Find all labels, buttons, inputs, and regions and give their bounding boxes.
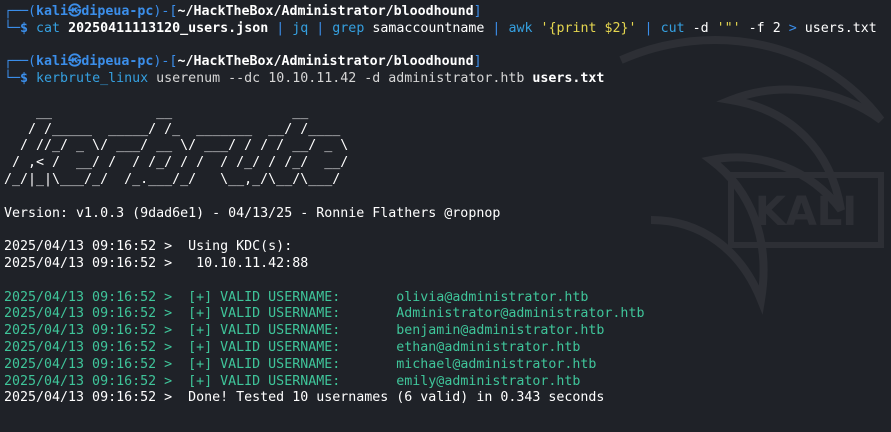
valid-tag: [+] VALID USERNAME: [188, 289, 341, 305]
command-token: samaccountname [364, 20, 493, 36]
command-token: '"' [716, 20, 741, 36]
valid-tag: [+] VALID USERNAME: [188, 339, 341, 355]
command-token: cat [36, 20, 61, 36]
command-token: userenum --dc 10.10.11.42 -d administrat… [148, 71, 533, 87]
kdc-line: 2025/04/13 09:16:52 > 10.10.11.42:88 [4, 255, 309, 271]
log-timestamp: 2025/04/13 09:16:52 > [4, 289, 189, 305]
skull-icon: ㉿ [68, 4, 82, 19]
valid-username-list: 2025/04/13 09:16:52 > [+] VALID USERNAME… [4, 290, 891, 391]
log-timestamp: 2025/04/13 09:16:52 > [4, 306, 189, 322]
command-token: grep [332, 20, 365, 36]
command-token: > [788, 20, 805, 36]
command-line: └─$ cat 20250411113120_users.json | jq |… [4, 20, 877, 36]
command-text: kerbrute_linux userenum --dc 10.10.11.42… [36, 71, 604, 86]
prompt-host: dipeua-pc [81, 54, 154, 70]
command-token: | [636, 20, 661, 36]
kdc-line: 2025/04/13 09:16:52 > Using KDC(s): [4, 239, 293, 255]
banner-line: / ,< / __/ / / /_/ / / / /_/ / /_/ __/ [4, 155, 349, 171]
valid-username-line: 2025/04/13 09:16:52 > [+] VALID USERNAME… [4, 323, 891, 340]
command-token: 20250411113120_users.json [68, 20, 269, 36]
command-line: └─$ kerbrute_linux userenum --dc 10.10.1… [4, 71, 605, 87]
log-timestamp: 2025/04/13 09:16:52 > [4, 339, 189, 355]
version-line: Version: v1.0.3 (9dad6e1) - 04/13/25 - R… [4, 205, 501, 221]
valid-username-line: 2025/04/13 09:16:52 > [+] VALID USERNAME… [4, 306, 891, 323]
log-timestamp: 2025/04/13 09:16:52 > [4, 323, 189, 339]
banner-line: / //_/ _ \/ ___/ __ \/ ___/ / / / __/ _ … [4, 138, 349, 154]
command-token: users.txt [804, 20, 877, 36]
command-token [60, 21, 68, 36]
command-token: awk [508, 20, 533, 36]
valid-username: Administrator@administrator.htb [396, 306, 645, 322]
command-token: -d [684, 20, 717, 36]
prompt-line: ┌──(kali㉿dipeua-pc)-[~/HackTheBox/Admini… [4, 54, 482, 70]
command-token: users.txt [532, 71, 605, 87]
command-token: jq [292, 20, 309, 36]
valid-username-line: 2025/04/13 09:16:52 > [+] VALID USERNAME… [4, 340, 891, 357]
valid-username: michael@administrator.htb [396, 356, 597, 372]
log-timestamp: 2025/04/13 09:16:52 > [4, 373, 189, 389]
valid-username: emily@administrator.htb [396, 373, 581, 389]
banner-line: /_/|_|\___/_/ /_.___/_/ \__,_/\__/\___/ [4, 171, 349, 187]
valid-tag: [+] VALID USERNAME: [188, 373, 341, 389]
command-token: '{print $2}' [532, 20, 637, 36]
valid-username: benjamin@administrator.htb [396, 323, 605, 339]
command-token: cut [660, 20, 685, 36]
valid-tag: [+] VALID USERNAME: [188, 306, 341, 322]
skull-icon: ㉿ [68, 54, 82, 70]
prompt-host: dipeua-pc [81, 4, 154, 19]
log-timestamp: 2025/04/13 09:16:52 > [4, 356, 189, 372]
banner-line: __ __ __ [4, 104, 349, 120]
prompt-user: kali [36, 4, 69, 19]
command-token: | [268, 20, 293, 36]
banner-line: / /_____ _____/ /_ _______ __/ /____ [4, 121, 349, 137]
valid-username: olivia@administrator.htb [396, 289, 589, 305]
valid-username-line: 2025/04/13 09:16:52 > [+] VALID USERNAME… [4, 374, 891, 391]
prompt-line: ┌──(kali㉿dipeua-pc)-[~/HackTheBox/Admini… [4, 4, 482, 19]
valid-username-line: 2025/04/13 09:16:52 > [+] VALID USERNAME… [4, 290, 891, 307]
command-token: -f 2 [740, 20, 789, 36]
prompt-cwd: ~/HackTheBox/Administrator/bloodhound [177, 54, 474, 70]
valid-tag: [+] VALID USERNAME: [188, 323, 341, 339]
command-token: kerbrute_linux [36, 71, 149, 87]
command-token: | [308, 20, 333, 36]
valid-username: ethan@administrator.htb [396, 339, 581, 355]
valid-username-line: 2025/04/13 09:16:52 > [+] VALID USERNAME… [4, 357, 891, 374]
command-token: | [492, 20, 509, 36]
terminal-window[interactable]: KALI ┌──(kali㉿dipeua-pc)-[~/HackTheBox/A… [0, 0, 891, 432]
prompt-cwd: ~/HackTheBox/Administrator/bloodhound [177, 4, 474, 19]
terminal-output: ┌──(kali㉿dipeua-pc)-[~/HackTheBox/Admini… [4, 4, 891, 407]
valid-tag: [+] VALID USERNAME: [188, 356, 341, 372]
command-text: cat 20250411113120_users.json | jq | gre… [36, 21, 877, 36]
done-line: 2025/04/13 09:16:52 > Done! Tested 10 us… [4, 390, 605, 406]
prompt-user: kali [36, 54, 69, 70]
